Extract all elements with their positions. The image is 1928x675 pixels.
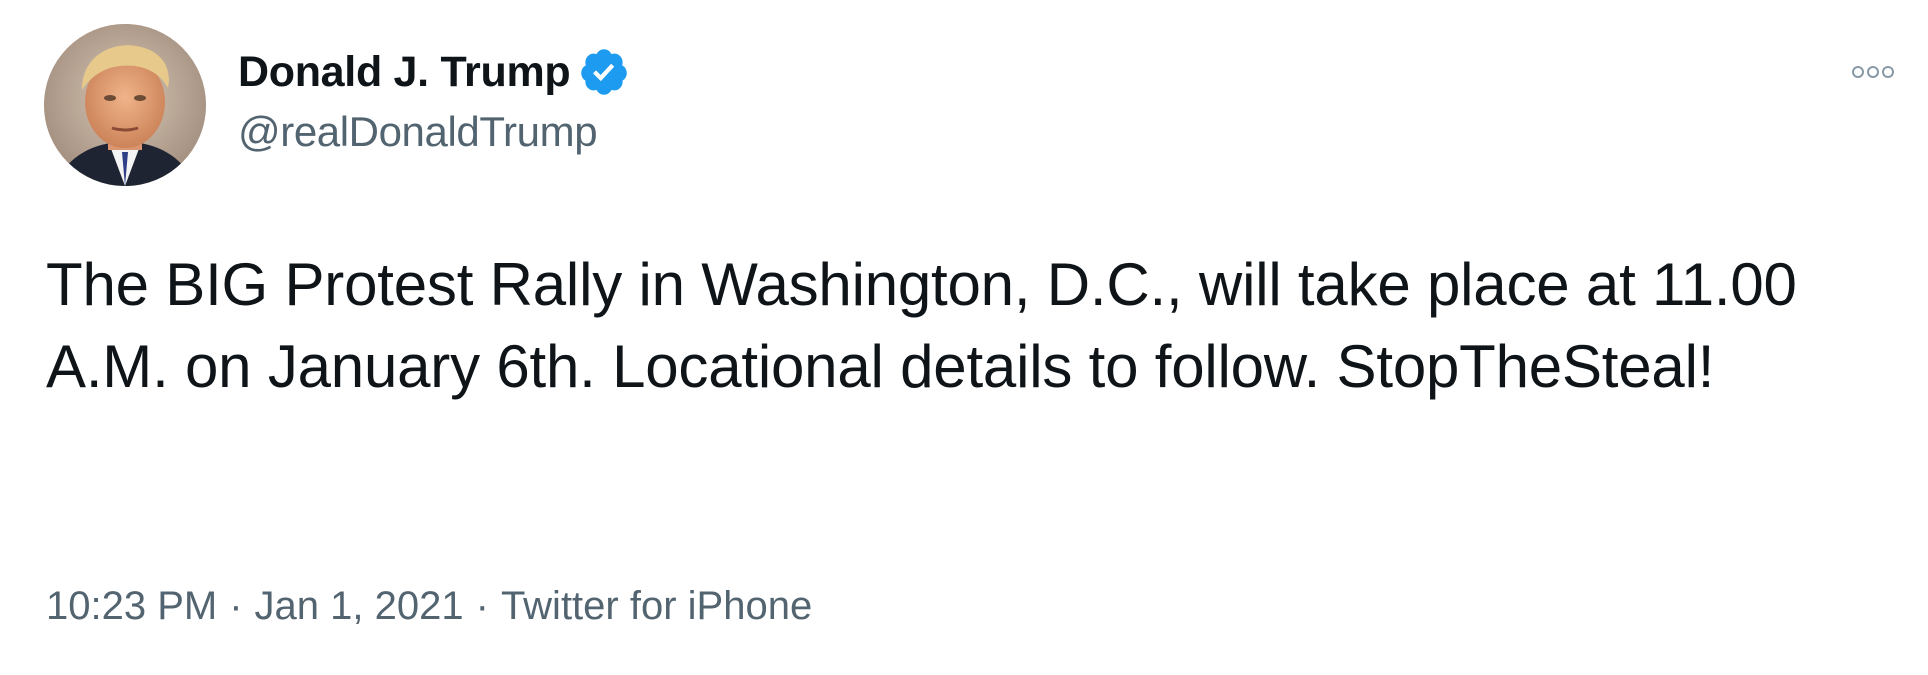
tweet-card: Donald J. Trump @realDonaldTrump The BIG… <box>0 0 1928 675</box>
tweet-date[interactable]: Jan 1, 2021 <box>255 584 464 629</box>
more-options-button[interactable] <box>1845 58 1901 86</box>
tweet-source[interactable]: Twitter for iPhone <box>501 584 812 629</box>
avatar[interactable] <box>44 24 206 186</box>
verified-badge-icon <box>578 46 630 98</box>
profile-photo-icon <box>44 24 206 186</box>
tweet-metadata: 10:23 PM · Jan 1, 2021 · Twitter for iPh… <box>46 584 812 629</box>
more-options-icon <box>1852 66 1894 78</box>
author-display-name[interactable]: Donald J. Trump <box>238 48 571 97</box>
author-handle[interactable]: @realDonaldTrump <box>238 108 598 156</box>
meta-separator: · <box>475 584 489 628</box>
author-name-row: Donald J. Trump <box>238 46 630 98</box>
meta-separator: · <box>229 584 243 628</box>
tweet-time[interactable]: 10:23 PM <box>46 584 217 629</box>
tweet-text: The BIG Protest Rally in Washington, D.C… <box>46 251 1797 400</box>
